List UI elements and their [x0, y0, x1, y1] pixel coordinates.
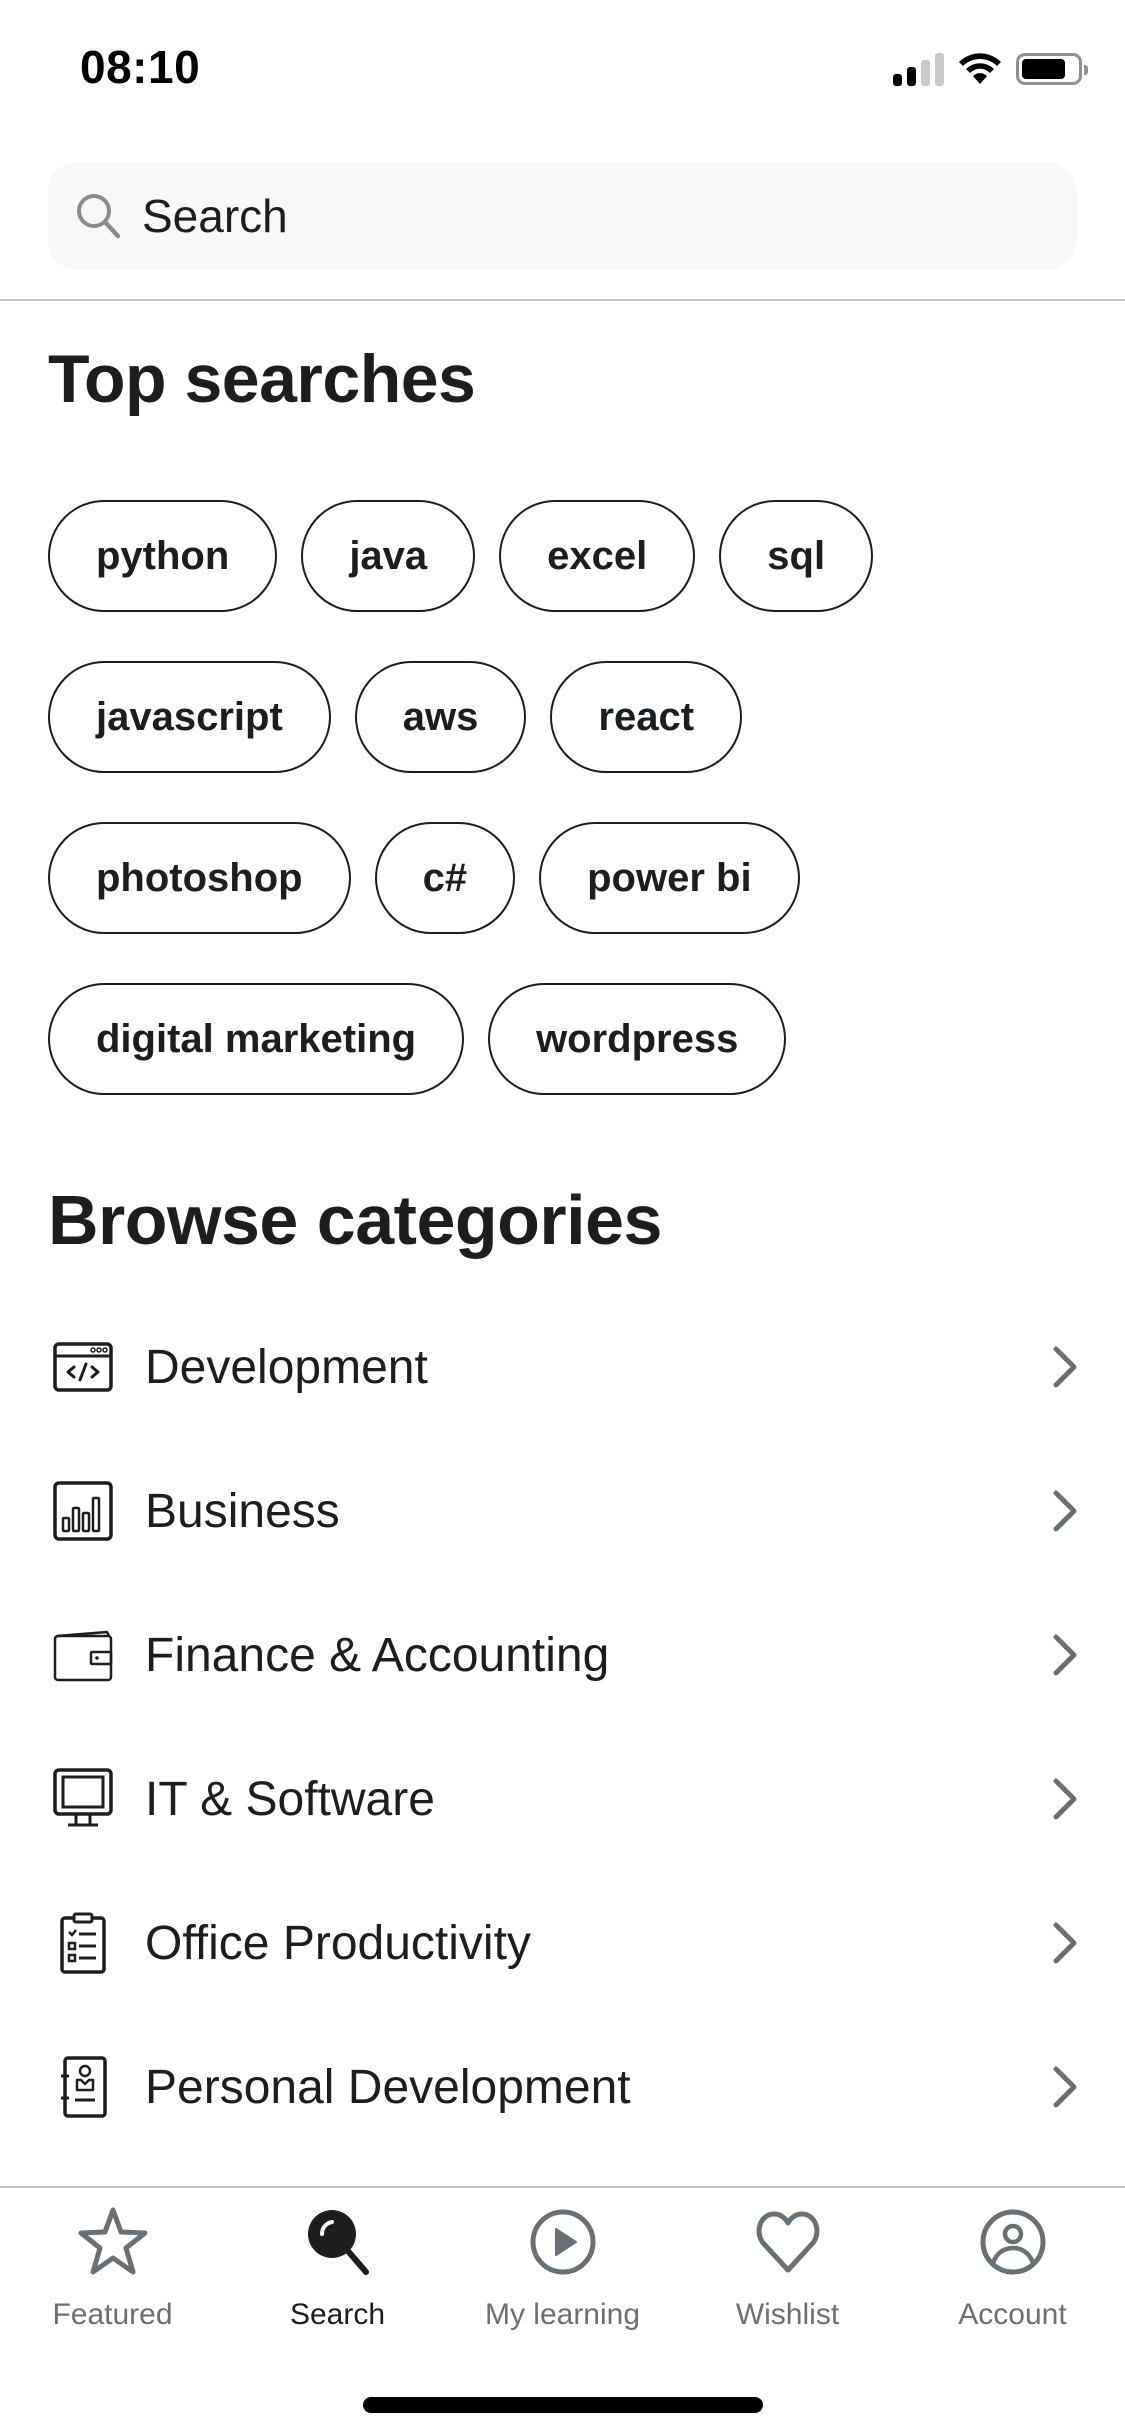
category-item-finance-accounting[interactable]: Finance & Accounting [0, 1583, 1125, 1727]
battery-icon [1016, 53, 1088, 85]
chip-row: javascript aws react [48, 661, 1078, 773]
search-chip[interactable]: javascript [48, 661, 331, 773]
search-chip[interactable]: aws [354, 661, 527, 773]
chevron-right-icon [1053, 2066, 1077, 2108]
chevron-right-icon [1053, 1778, 1077, 1820]
search-icon [77, 194, 121, 239]
search-chip[interactable]: photoshop [48, 822, 351, 934]
chevron-right-icon [1053, 1346, 1077, 1388]
category-item-it-software[interactable]: IT & Software [0, 1727, 1125, 1871]
search-chip[interactable]: c# [374, 822, 516, 934]
profile-notebook-icon [61, 2056, 107, 2118]
chip-row: python java excel sql [48, 500, 1078, 612]
search-chip[interactable]: power bi [539, 822, 800, 934]
top-searches-chips: python java excel sql javascript aws react phot… [48, 500, 1078, 1095]
status-time: 08:10 [80, 41, 201, 93]
play-circle-icon [530, 2209, 595, 2275]
nav-item-featured[interactable]: Featured [0, 2188, 225, 2348]
browse-categories-heading: Browse categories [48, 1181, 662, 1259]
code-window-icon [53, 1342, 113, 1392]
chevron-right-icon [1053, 1922, 1077, 1964]
status-icons [893, 52, 1088, 86]
search-chip[interactable]: python [48, 500, 278, 612]
nav-item-wishlist[interactable]: Wishlist [675, 2188, 900, 2348]
header-divider [0, 299, 1125, 301]
status-bar: 08:10 [0, 0, 1125, 130]
heart-icon [756, 2211, 819, 2273]
battery-level [1022, 59, 1066, 79]
category-list: Development Business Finance & Accountin… [0, 1295, 1125, 2159]
category-label: Development [145, 1340, 428, 1394]
chevron-right-icon [1053, 1490, 1077, 1532]
category-label: Personal Development [145, 2060, 631, 2114]
nav-label: Featured [52, 2298, 173, 2331]
nav-label: Wishlist [735, 2298, 840, 2331]
nav-label: My learning [484, 2298, 641, 2331]
account-circle-icon [980, 2209, 1045, 2275]
category-label: IT & Software [145, 1772, 435, 1826]
search-chip[interactable]: sql [719, 500, 874, 612]
search-chip[interactable]: wordpress [488, 983, 787, 1095]
search-bar[interactable] [48, 162, 1077, 270]
nav-label: Search [289, 2298, 386, 2331]
nav-item-my-learning[interactable]: My learning [450, 2188, 675, 2348]
search-chip[interactable]: digital marketing [48, 983, 465, 1095]
nav-label: Account [958, 2298, 1067, 2331]
category-item-office-productivity[interactable]: Office Productivity [0, 1871, 1125, 2015]
top-searches-heading: Top searches [48, 341, 476, 417]
category-label: Office Productivity [145, 1916, 531, 1970]
nav-item-account[interactable]: Account [900, 2188, 1125, 2348]
chip-row: digital marketing wordpress [48, 983, 1078, 1095]
search-chip[interactable]: java [301, 500, 476, 612]
search-chip[interactable]: react [550, 661, 743, 773]
search-chip[interactable]: excel [499, 500, 696, 612]
bottom-nav: Featured Search My learning Wishlist Acc… [0, 2188, 1125, 2348]
chevron-right-icon [1053, 1634, 1077, 1676]
nav-item-search[interactable]: Search [225, 2188, 450, 2348]
category-label: Business [145, 1484, 340, 1538]
cellular-signal-icon [893, 52, 944, 86]
search-input[interactable] [142, 189, 1022, 243]
bar-chart-icon [53, 1481, 113, 1541]
star-icon [78, 2207, 147, 2275]
wallet-icon [53, 1630, 113, 1682]
category-label: Finance & Accounting [145, 1628, 610, 1682]
wifi-icon [959, 53, 1001, 84]
category-item-personal-development[interactable]: Personal Development [0, 2015, 1125, 2159]
clipboard-checklist-icon [60, 1912, 106, 1974]
search-icon [307, 2210, 369, 2275]
home-indicator [363, 2397, 763, 2413]
chip-row: photoshop c# power bi [48, 822, 1078, 934]
category-item-business[interactable]: Business [0, 1439, 1125, 1583]
category-item-development[interactable]: Development [0, 1295, 1125, 1439]
monitor-icon [53, 1768, 113, 1827]
